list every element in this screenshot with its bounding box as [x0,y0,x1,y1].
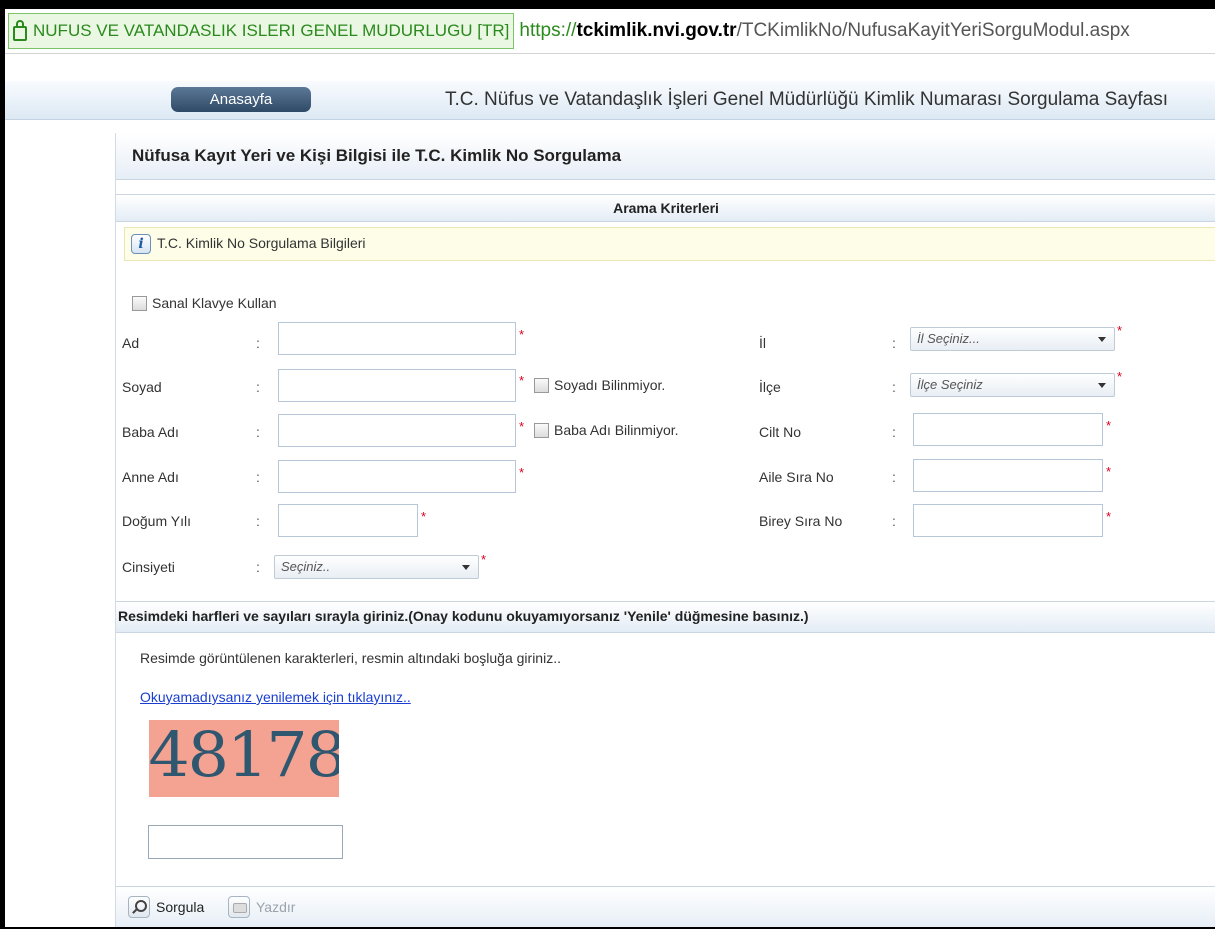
certificate-label: NUFUS VE VATANDASLIK ISLERI GENEL MUDURL… [33,21,510,40]
baba-adi-label: Baba Adı [122,424,179,440]
soyadi-bilinmiyor-checkbox[interactable]: Soyadı Bilinmiyor. [534,377,665,393]
soyad-required: * [519,373,525,388]
captcha-input[interactable] [148,825,343,859]
captcha-image: 48178 [149,720,339,797]
virtual-keyboard-label: Sanal Klavye Kullan [152,295,277,311]
site-title: T.C. Nüfus ve Vatandaşlık İşleri Genel M… [445,89,1169,110]
checkbox-box[interactable] [534,377,549,393]
captcha-header-text: Resimdeki harfleri ve sayıları sırayla g… [118,608,809,624]
birey-sira-no-required: * [1106,509,1112,524]
criteria-header: Arama Kriterleri [116,194,1215,222]
dogum-yili-input[interactable] [278,504,418,537]
ilce-selected: İlçe Seçiniz [917,377,983,392]
panel-title: Nüfusa Kayıt Yeri ve Kişi Bilgisi ile T.… [132,146,622,165]
checkbox-box[interactable] [534,422,549,438]
site-header: Anasayfa T.C. Nüfus ve Vatandaşlık İşler… [5,81,1215,120]
ad-colon: : [256,335,260,351]
soyadi-bilinmiyor-label: Soyadı Bilinmiyor. [554,377,666,393]
cinsiyet-colon: : [256,559,260,575]
baba-adi-input[interactable] [278,414,516,447]
info-text: T.C. Kimlik No Sorgulama Bilgileri [157,235,366,251]
address-bar[interactable]: NUFUS VE VATANDASLIK ISLERI GENEL MUDURL… [5,9,1215,54]
dogum-yili-label: Doğum Yılı [122,513,191,529]
cilt-no-label: Cilt No [759,424,802,440]
browser-window: NUFUS VE VATANDASLIK ISLERI GENEL MUDURL… [5,9,1215,927]
info-bar[interactable]: i T.C. Kimlik No Sorgulama Bilgileri [124,227,1215,261]
query-button[interactable]: Sorgula [128,896,204,918]
il-colon: : [892,335,896,351]
ilce-colon: : [892,379,896,395]
soyad-label: Soyad [122,379,162,395]
criteria-title: Arama Kriterleri [613,200,719,216]
url-host: tckimlik.nvi.gov.tr [576,20,737,41]
cilt-no-input[interactable] [913,413,1103,446]
print-button[interactable]: Yazdır [228,896,295,918]
ad-input[interactable] [278,322,516,355]
query-button-label: Sorgula [156,899,205,915]
cinsiyet-label: Cinsiyeti [122,559,175,575]
aile-sira-no-label: Aile Sıra No [759,469,834,485]
aile-sira-no-colon: : [892,469,896,485]
anne-adi-label: Anne Adı [122,469,179,485]
cilt-no-required: * [1106,418,1112,433]
lock-icon [13,19,27,41]
cilt-no-colon: : [892,424,896,440]
ad-label: Ad [122,335,140,351]
action-bar: Sorgula Yazdır [116,886,1215,927]
soyad-colon: : [256,379,260,395]
anne-adi-input[interactable] [278,460,516,493]
dogum-yili-colon: : [256,513,260,529]
printer-icon [228,896,250,918]
panel-title-bar: Nüfusa Kayıt Yeri ve Kişi Bilgisi ile T.… [116,133,1215,180]
print-button-label: Yazdır [256,899,296,915]
url-text[interactable]: https://tckimlik.nvi.gov.tr/TCKimlikNo/N… [519,20,1129,42]
soyad-input[interactable] [278,369,516,402]
captcha-instruction: Resimde görüntülenen karakterleri, resmi… [140,650,561,666]
il-label: İl [759,335,766,351]
baba-adi-bilinmiyor-checkbox[interactable]: Baba Adı Bilinmiyor. [534,422,679,438]
info-icon: i [131,234,151,254]
checkbox-box[interactable] [132,295,147,311]
chevron-down-icon [1098,383,1106,388]
captcha-header: Resimdeki harfleri ve sayıları sırayla g… [116,601,1215,633]
ilce-label: İlçe [759,379,781,395]
aile-sira-no-input[interactable] [913,459,1103,492]
captcha-image-text: 48178 [149,720,339,791]
birey-sira-no-input[interactable] [913,504,1103,537]
baba-adi-required: * [519,419,525,434]
dogum-yili-required: * [421,509,427,524]
cinsiyet-select[interactable]: Seçiniz.. [274,555,479,579]
baba-adi-colon: : [256,424,260,440]
home-button[interactable]: Anasayfa [171,87,311,112]
ilce-required: * [1117,369,1123,384]
aile-sira-no-required: * [1106,464,1112,479]
certificate-badge[interactable]: NUFUS VE VATANDASLIK ISLERI GENEL MUDURL… [8,13,515,49]
virtual-keyboard-checkbox[interactable]: Sanal Klavye Kullan [132,295,277,311]
anne-adi-colon: : [256,469,260,485]
ilce-select[interactable]: İlçe Seçiniz [910,373,1115,397]
captcha-refresh-link[interactable]: Okuyamadıysanız yenilemek için tıklayını… [140,689,411,705]
ad-required: * [519,327,525,342]
anne-adi-required: * [519,465,525,480]
cinsiyet-selected: Seçiniz.. [281,559,331,574]
cinsiyet-required: * [481,552,487,567]
chevron-down-icon [462,565,470,570]
il-select[interactable]: İl Seçiniz... [910,327,1115,351]
il-selected: İl Seçiniz... [917,331,980,346]
birey-sira-no-colon: : [892,513,896,529]
url-path: /TCKimlikNo/NufusaKayitYeriSorguModul.as… [736,20,1130,41]
query-panel: Nüfusa Kayıt Yeri ve Kişi Bilgisi ile T.… [115,133,1215,927]
baba-adi-bilinmiyor-label: Baba Adı Bilinmiyor. [554,422,679,438]
birey-sira-no-label: Birey Sıra No [759,513,843,529]
chevron-down-icon [1098,337,1106,342]
il-required: * [1117,323,1123,338]
url-scheme: https:// [519,20,577,41]
search-icon [128,896,150,918]
